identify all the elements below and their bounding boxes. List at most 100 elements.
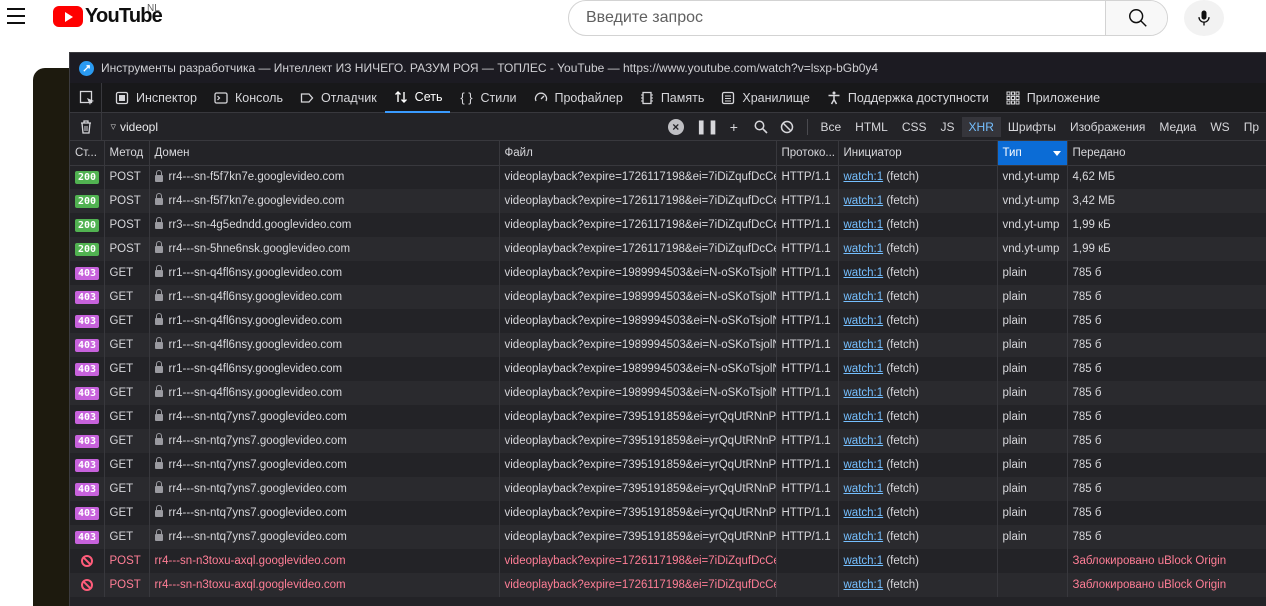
file-cell: videoplayback?expire=1726117198&ei=7iDiZ… bbox=[499, 549, 777, 573]
lock-icon bbox=[154, 217, 163, 230]
column-header[interactable]: Метод bbox=[104, 141, 150, 166]
tab-inspector[interactable]: Инспектор bbox=[106, 83, 205, 113]
protocol-cell: HTTP/1.1 bbox=[776, 357, 839, 381]
search-input[interactable] bbox=[569, 1, 1105, 35]
protocol: HTTP/1.1 bbox=[781, 411, 831, 423]
table-row[interactable]: 200 POST rr3---sn-4g5edndd.googlevideo.com… bbox=[70, 213, 1266, 237]
status-badge: 200 bbox=[75, 218, 100, 232]
tab-storage[interactable]: Хранилище bbox=[712, 83, 818, 113]
initiator-link[interactable]: watch:1 bbox=[844, 411, 884, 423]
block-requests-icon[interactable] bbox=[774, 120, 801, 134]
menu-icon[interactable] bbox=[7, 8, 27, 26]
initiator-link[interactable]: watch:1 bbox=[844, 339, 884, 351]
initiator-link[interactable]: watch:1 bbox=[844, 363, 884, 375]
initiator-link[interactable]: watch:1 bbox=[844, 387, 884, 399]
tab-console[interactable]: Консоль bbox=[205, 83, 291, 113]
column-header[interactable]: Домен bbox=[149, 141, 500, 166]
domain-cell: rr4---sn-f5f7kn7e.googlevideo.com bbox=[149, 165, 500, 189]
tab-debugger[interactable]: Отладчик bbox=[291, 83, 385, 113]
column-header[interactable]: Протоко... bbox=[776, 141, 839, 166]
type-filter-button[interactable]: XHR bbox=[961, 116, 1001, 137]
type-filter-button[interactable]: CSS bbox=[895, 117, 934, 137]
type-filter-button[interactable]: Пр bbox=[1237, 117, 1266, 137]
initiator-cell: watch:1 (fetch) bbox=[838, 573, 998, 597]
search-button[interactable] bbox=[1105, 1, 1167, 35]
pause-icon[interactable]: ❚❚ bbox=[694, 118, 721, 135]
tab-accessibility[interactable]: Поддержка доступности bbox=[818, 83, 997, 113]
table-row[interactable]: 403 GET rr1---sn-q4fl6nsy.googlevideo.com v… bbox=[70, 261, 1266, 285]
column-header[interactable]: Тип bbox=[997, 141, 1068, 166]
transferred-size: 1,99 кБ bbox=[1072, 219, 1111, 231]
type-filter-button[interactable]: Все bbox=[813, 117, 848, 137]
table-row[interactable]: 200 POST rr4---sn-f5f7kn7e.googlevideo.com… bbox=[70, 189, 1266, 213]
content-type: plain bbox=[1002, 339, 1027, 351]
table-row[interactable]: POST rr4---sn-n3toxu-axql.googlevideo.com… bbox=[70, 573, 1266, 597]
initiator-link[interactable]: watch:1 bbox=[844, 219, 884, 231]
initiator-link[interactable]: watch:1 bbox=[844, 171, 884, 183]
table-row[interactable]: POST rr4---sn-n3toxu-axql.googlevideo.com… bbox=[70, 549, 1266, 573]
column-header[interactable]: Ст... bbox=[70, 141, 105, 166]
initiator-link[interactable]: watch:1 bbox=[844, 267, 884, 279]
type-filter-button[interactable]: WS bbox=[1203, 117, 1236, 137]
type-filter-button[interactable]: HTML bbox=[848, 117, 895, 137]
youtube-play-icon bbox=[53, 6, 83, 27]
table-row[interactable]: 403 GET rr4---sn-ntq7yns7.googlevideo.com v… bbox=[70, 525, 1266, 549]
table-row[interactable]: 403 GET rr1---sn-q4fl6nsy.googlevideo.com v… bbox=[70, 309, 1266, 333]
initiator-link[interactable]: watch:1 bbox=[844, 435, 884, 447]
initiator-link[interactable]: watch:1 bbox=[844, 291, 884, 303]
lock-icon bbox=[154, 241, 163, 254]
initiator-note: (fetch) bbox=[886, 243, 919, 255]
table-row[interactable]: 403 GET rr1---sn-q4fl6nsy.googlevideo.com v… bbox=[70, 381, 1266, 405]
status-cell: 200 bbox=[70, 165, 105, 189]
initiator-link[interactable]: watch:1 bbox=[844, 483, 884, 495]
tab-network[interactable]: Сеть bbox=[384, 83, 451, 113]
initiator-link[interactable]: watch:1 bbox=[844, 459, 884, 471]
transferred-cell: 785 б bbox=[1067, 381, 1266, 405]
file-name: videoplayback?expire=1726117198&ei=7iDiZ… bbox=[504, 195, 776, 207]
type-filter-button[interactable]: Медиа bbox=[1152, 117, 1203, 137]
tab-label: Память bbox=[660, 90, 705, 105]
clear-filter-icon[interactable]: × bbox=[667, 118, 684, 135]
table-row[interactable]: 403 GET rr1---sn-q4fl6nsy.googlevideo.com v… bbox=[70, 285, 1266, 309]
tab-memory[interactable]: Память bbox=[631, 83, 713, 113]
clear-requests-button[interactable] bbox=[70, 112, 103, 141]
column-header[interactable]: Инициатор bbox=[838, 141, 998, 166]
initiator-link[interactable]: watch:1 bbox=[844, 531, 884, 543]
transferred-cell: 785 б bbox=[1067, 333, 1266, 357]
column-header[interactable]: Файл bbox=[499, 141, 777, 166]
voice-search-button[interactable] bbox=[1184, 0, 1224, 36]
table-row[interactable]: 200 POST rr4---sn-5hne6nsk.googlevideo.com… bbox=[70, 237, 1266, 261]
tab-profiler[interactable]: Профайлер bbox=[525, 83, 631, 113]
table-row[interactable]: 403 GET rr4---sn-ntq7yns7.googlevideo.com v… bbox=[70, 429, 1266, 453]
search-icon[interactable] bbox=[747, 120, 774, 134]
filter-input[interactable]: videopl bbox=[120, 120, 668, 134]
table-row[interactable]: 403 GET rr4---sn-ntq7yns7.googlevideo.com v… bbox=[70, 501, 1266, 525]
initiator-link[interactable]: watch:1 bbox=[844, 507, 884, 519]
table-row[interactable]: 200 POST rr4---sn-f5f7kn7e.googlevideo.com… bbox=[70, 165, 1266, 189]
method-cell: GET bbox=[104, 453, 150, 477]
type-filter-button[interactable]: Шрифты bbox=[1001, 117, 1063, 137]
initiator-link[interactable]: watch:1 bbox=[844, 315, 884, 327]
transferred-cell: 785 б bbox=[1067, 285, 1266, 309]
element-picker-button[interactable] bbox=[77, 82, 102, 113]
youtube-logo[interactable]: YouTube bbox=[53, 5, 163, 28]
type-filter-button[interactable]: JS bbox=[934, 117, 962, 137]
column-header[interactable]: Передано bbox=[1067, 141, 1266, 166]
initiator-link[interactable]: watch:1 bbox=[844, 243, 884, 255]
tab-application[interactable]: Приложение bbox=[997, 83, 1108, 113]
url-filter[interactable]: ▿ videopl × bbox=[102, 113, 693, 141]
initiator-link[interactable]: watch:1 bbox=[844, 195, 884, 207]
method: POST bbox=[109, 243, 141, 255]
table-row[interactable]: 403 GET rr1---sn-q4fl6nsy.googlevideo.com v… bbox=[70, 357, 1266, 381]
tab-styles[interactable]: { } Стили bbox=[450, 83, 524, 113]
add-icon[interactable]: + bbox=[720, 119, 747, 135]
table-row[interactable]: 403 GET rr4---sn-ntq7yns7.googlevideo.com v… bbox=[70, 405, 1266, 429]
initiator-link[interactable]: watch:1 bbox=[844, 555, 884, 567]
initiator-link[interactable]: watch:1 bbox=[844, 579, 884, 591]
table-row[interactable]: 403 GET rr4---sn-ntq7yns7.googlevideo.com v… bbox=[70, 453, 1266, 477]
table-row[interactable]: 403 GET rr4---sn-ntq7yns7.googlevideo.com v… bbox=[70, 477, 1266, 501]
initiator-cell: watch:1 (fetch) bbox=[838, 285, 998, 309]
table-row[interactable]: 403 GET rr1---sn-q4fl6nsy.googlevideo.com v… bbox=[70, 333, 1266, 357]
type-filter-button[interactable]: Изображения bbox=[1063, 117, 1152, 137]
file-cell: videoplayback?expire=7395191859&ei=yrQqU… bbox=[499, 477, 777, 501]
